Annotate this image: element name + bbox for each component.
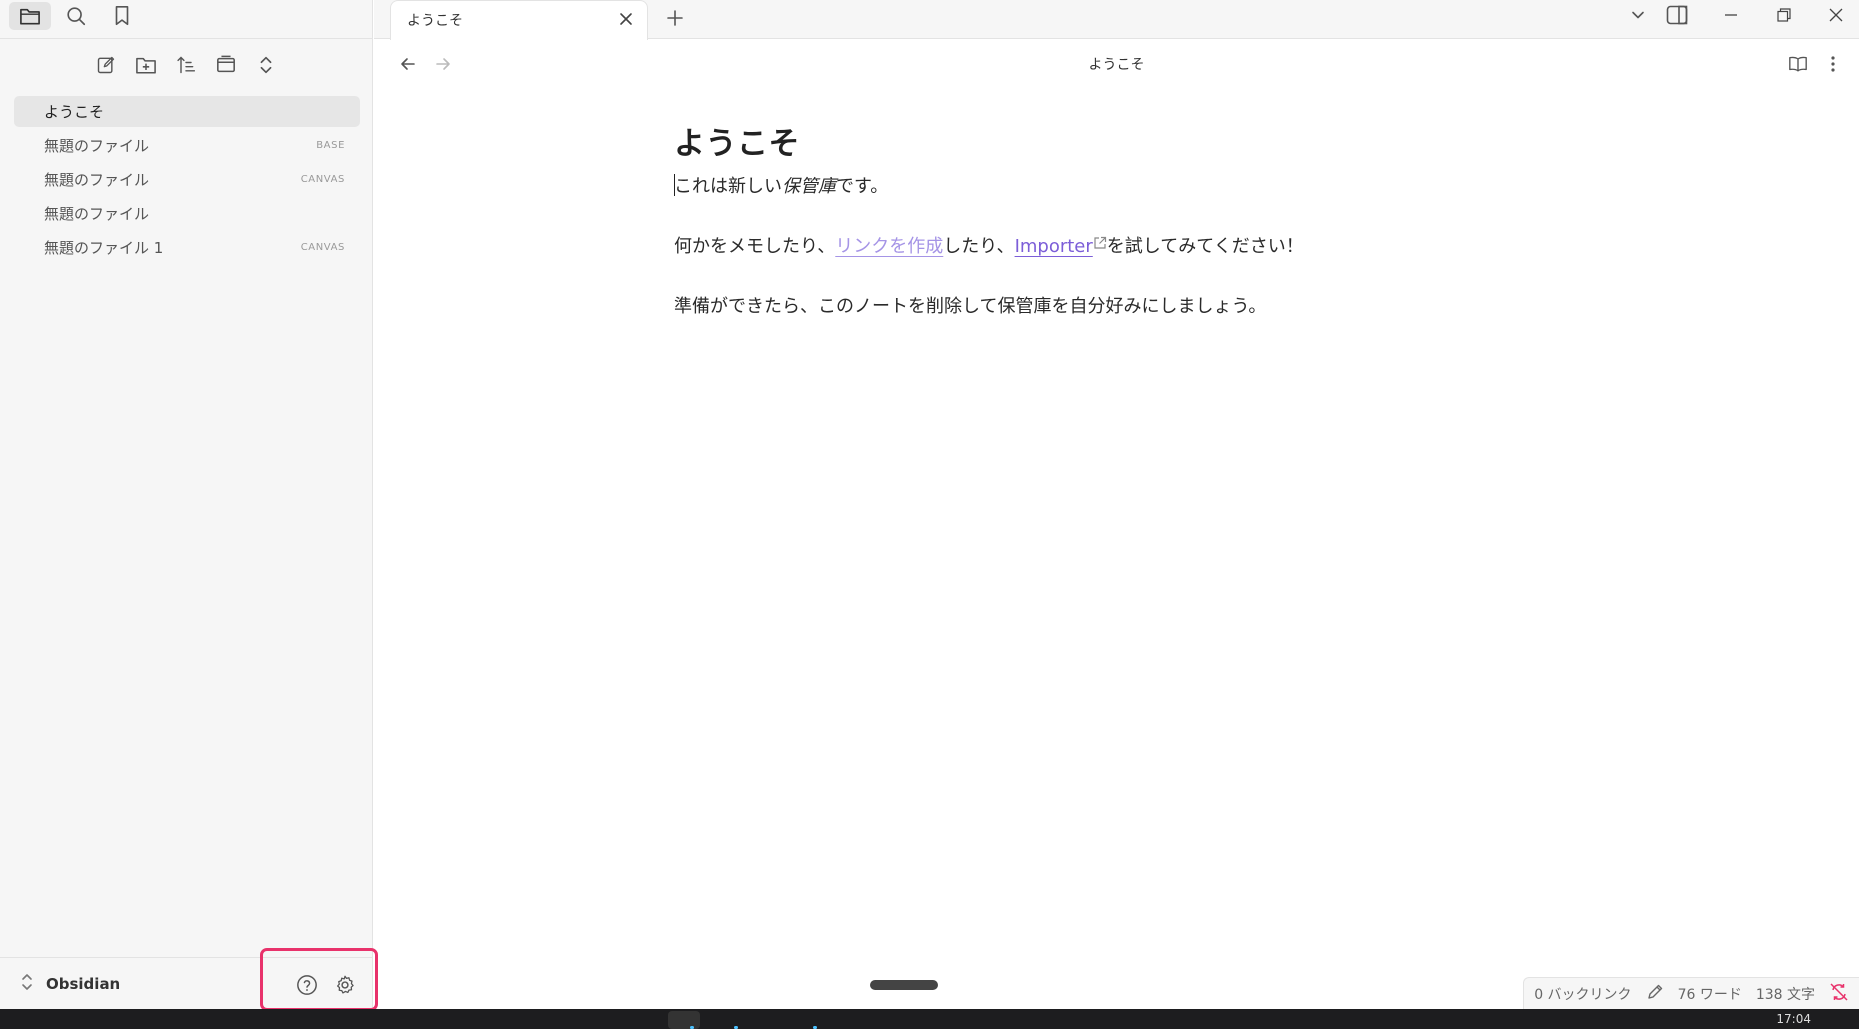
paragraph-text: これは新しい xyxy=(674,176,782,197)
char-count: 138 文字 xyxy=(1755,986,1815,1003)
new-folder-icon[interactable] xyxy=(131,50,161,80)
more-options-icon[interactable] xyxy=(1819,50,1847,78)
new-tab-plus-icon[interactable] xyxy=(660,3,690,33)
paragraph-text: です。 xyxy=(836,176,889,197)
tab-title: ようこそ xyxy=(407,13,463,29)
minimize-icon[interactable] xyxy=(1708,0,1754,30)
new-note-icon[interactable] xyxy=(91,50,121,80)
help-icon[interactable] xyxy=(294,972,320,998)
internal-link[interactable]: リンクを作成 xyxy=(835,236,943,257)
os-taskbar: 17:04 xyxy=(0,1009,1859,1029)
file-item-untitled-canvas[interactable]: 無題のファイル CANVAS xyxy=(14,164,360,195)
toggle-right-sidebar-icon[interactable] xyxy=(1654,0,1700,30)
note-paragraph-2[interactable]: 何かをメモしたり、リンクを作成したり、Importer を試してみてください！ xyxy=(674,233,1374,261)
close-window-icon[interactable] xyxy=(1813,0,1859,30)
file-item-label: 無題のファイル xyxy=(44,137,150,155)
sidebar-footer: Obsidian xyxy=(0,948,378,1011)
vault-name: Obsidian xyxy=(46,975,121,993)
word-count: 76 ワード xyxy=(1677,986,1742,1003)
backlinks-count[interactable]: 0 バックリンク xyxy=(1534,984,1631,1004)
reading-view-book-icon[interactable] xyxy=(1784,50,1812,78)
file-explorer-toolbar xyxy=(0,50,373,80)
note-heading[interactable]: ようこそ xyxy=(674,118,1374,163)
chevron-updown-icon xyxy=(20,972,34,996)
file-type-badge: CANVAS xyxy=(300,174,345,185)
sidebar-tab-header xyxy=(0,0,373,39)
taskbar-app-icon[interactable] xyxy=(668,1011,700,1029)
paragraph-text: 何かをメモしたり、 xyxy=(674,236,836,257)
emphasis-text: 保管庫 xyxy=(782,176,836,197)
file-item-label: 無題のファイル xyxy=(44,171,150,189)
external-link[interactable]: Importer xyxy=(1015,236,1093,257)
taskbar-clock[interactable]: 17:04 xyxy=(1776,1012,1811,1026)
tab-bar: ようこそ xyxy=(374,0,1859,40)
external-link-icon xyxy=(1093,236,1107,257)
view-header: ようこそ xyxy=(374,40,1859,86)
bookmark-icon[interactable] xyxy=(101,2,143,30)
file-explorer-sidebar: ようこそ 無題のファイル BASE 無題のファイル CANVAS 無題のファイル… xyxy=(0,0,378,1011)
sync-disabled-icon[interactable] xyxy=(1829,982,1849,1006)
view-title[interactable]: ようこそ xyxy=(374,54,1859,74)
note-paragraph-3[interactable]: 準備ができたら、このノートを削除して保管庫を自分好みにしましょう。 xyxy=(674,293,1374,321)
close-icon[interactable] xyxy=(615,8,637,30)
file-type-badge: CANVAS xyxy=(300,242,345,253)
expand-all-icon[interactable] xyxy=(251,50,281,80)
file-item-untitled-base[interactable]: 無題のファイル BASE xyxy=(14,130,360,161)
folder-icon[interactable] xyxy=(9,2,51,30)
auto-reveal-icon[interactable] xyxy=(211,50,241,80)
note-editor[interactable]: ようこそ これは新しい保管庫です。 何かをメモしたり、リンクを作成したり、Imp… xyxy=(674,118,1374,353)
file-type-badge: BASE xyxy=(316,140,345,151)
bottom-drag-handle[interactable] xyxy=(870,980,938,990)
note-paragraph-1[interactable]: これは新しい保管庫です。 xyxy=(674,173,1374,201)
sort-icon[interactable] xyxy=(171,50,201,80)
status-bar: 0 バックリンク 76 ワード 138 文字 xyxy=(1523,977,1859,1009)
file-item-untitled-note[interactable]: 無題のファイル xyxy=(14,198,360,229)
file-list: ようこそ 無題のファイル BASE 無題のファイル CANVAS 無題のファイル… xyxy=(14,96,360,266)
edit-mode-pencil-icon[interactable] xyxy=(1646,983,1664,1005)
file-item-label: 無題のファイル 1 xyxy=(44,239,164,257)
file-item-label: ようこそ xyxy=(44,103,105,121)
search-icon[interactable] xyxy=(55,2,97,30)
paragraph-text: したり、 xyxy=(943,236,1015,257)
vault-switcher[interactable]: Obsidian xyxy=(20,972,120,996)
tab-welcome[interactable]: ようこそ xyxy=(390,0,648,40)
file-item-untitled-1-canvas[interactable]: 無題のファイル 1 CANVAS xyxy=(14,232,360,263)
file-item-label: 無題のファイル xyxy=(44,205,150,223)
file-item-welcome[interactable]: ようこそ xyxy=(14,96,360,127)
restore-icon[interactable] xyxy=(1761,0,1807,30)
paragraph-text: を試してみてください！ xyxy=(1106,236,1304,257)
settings-gear-icon[interactable] xyxy=(332,972,358,998)
